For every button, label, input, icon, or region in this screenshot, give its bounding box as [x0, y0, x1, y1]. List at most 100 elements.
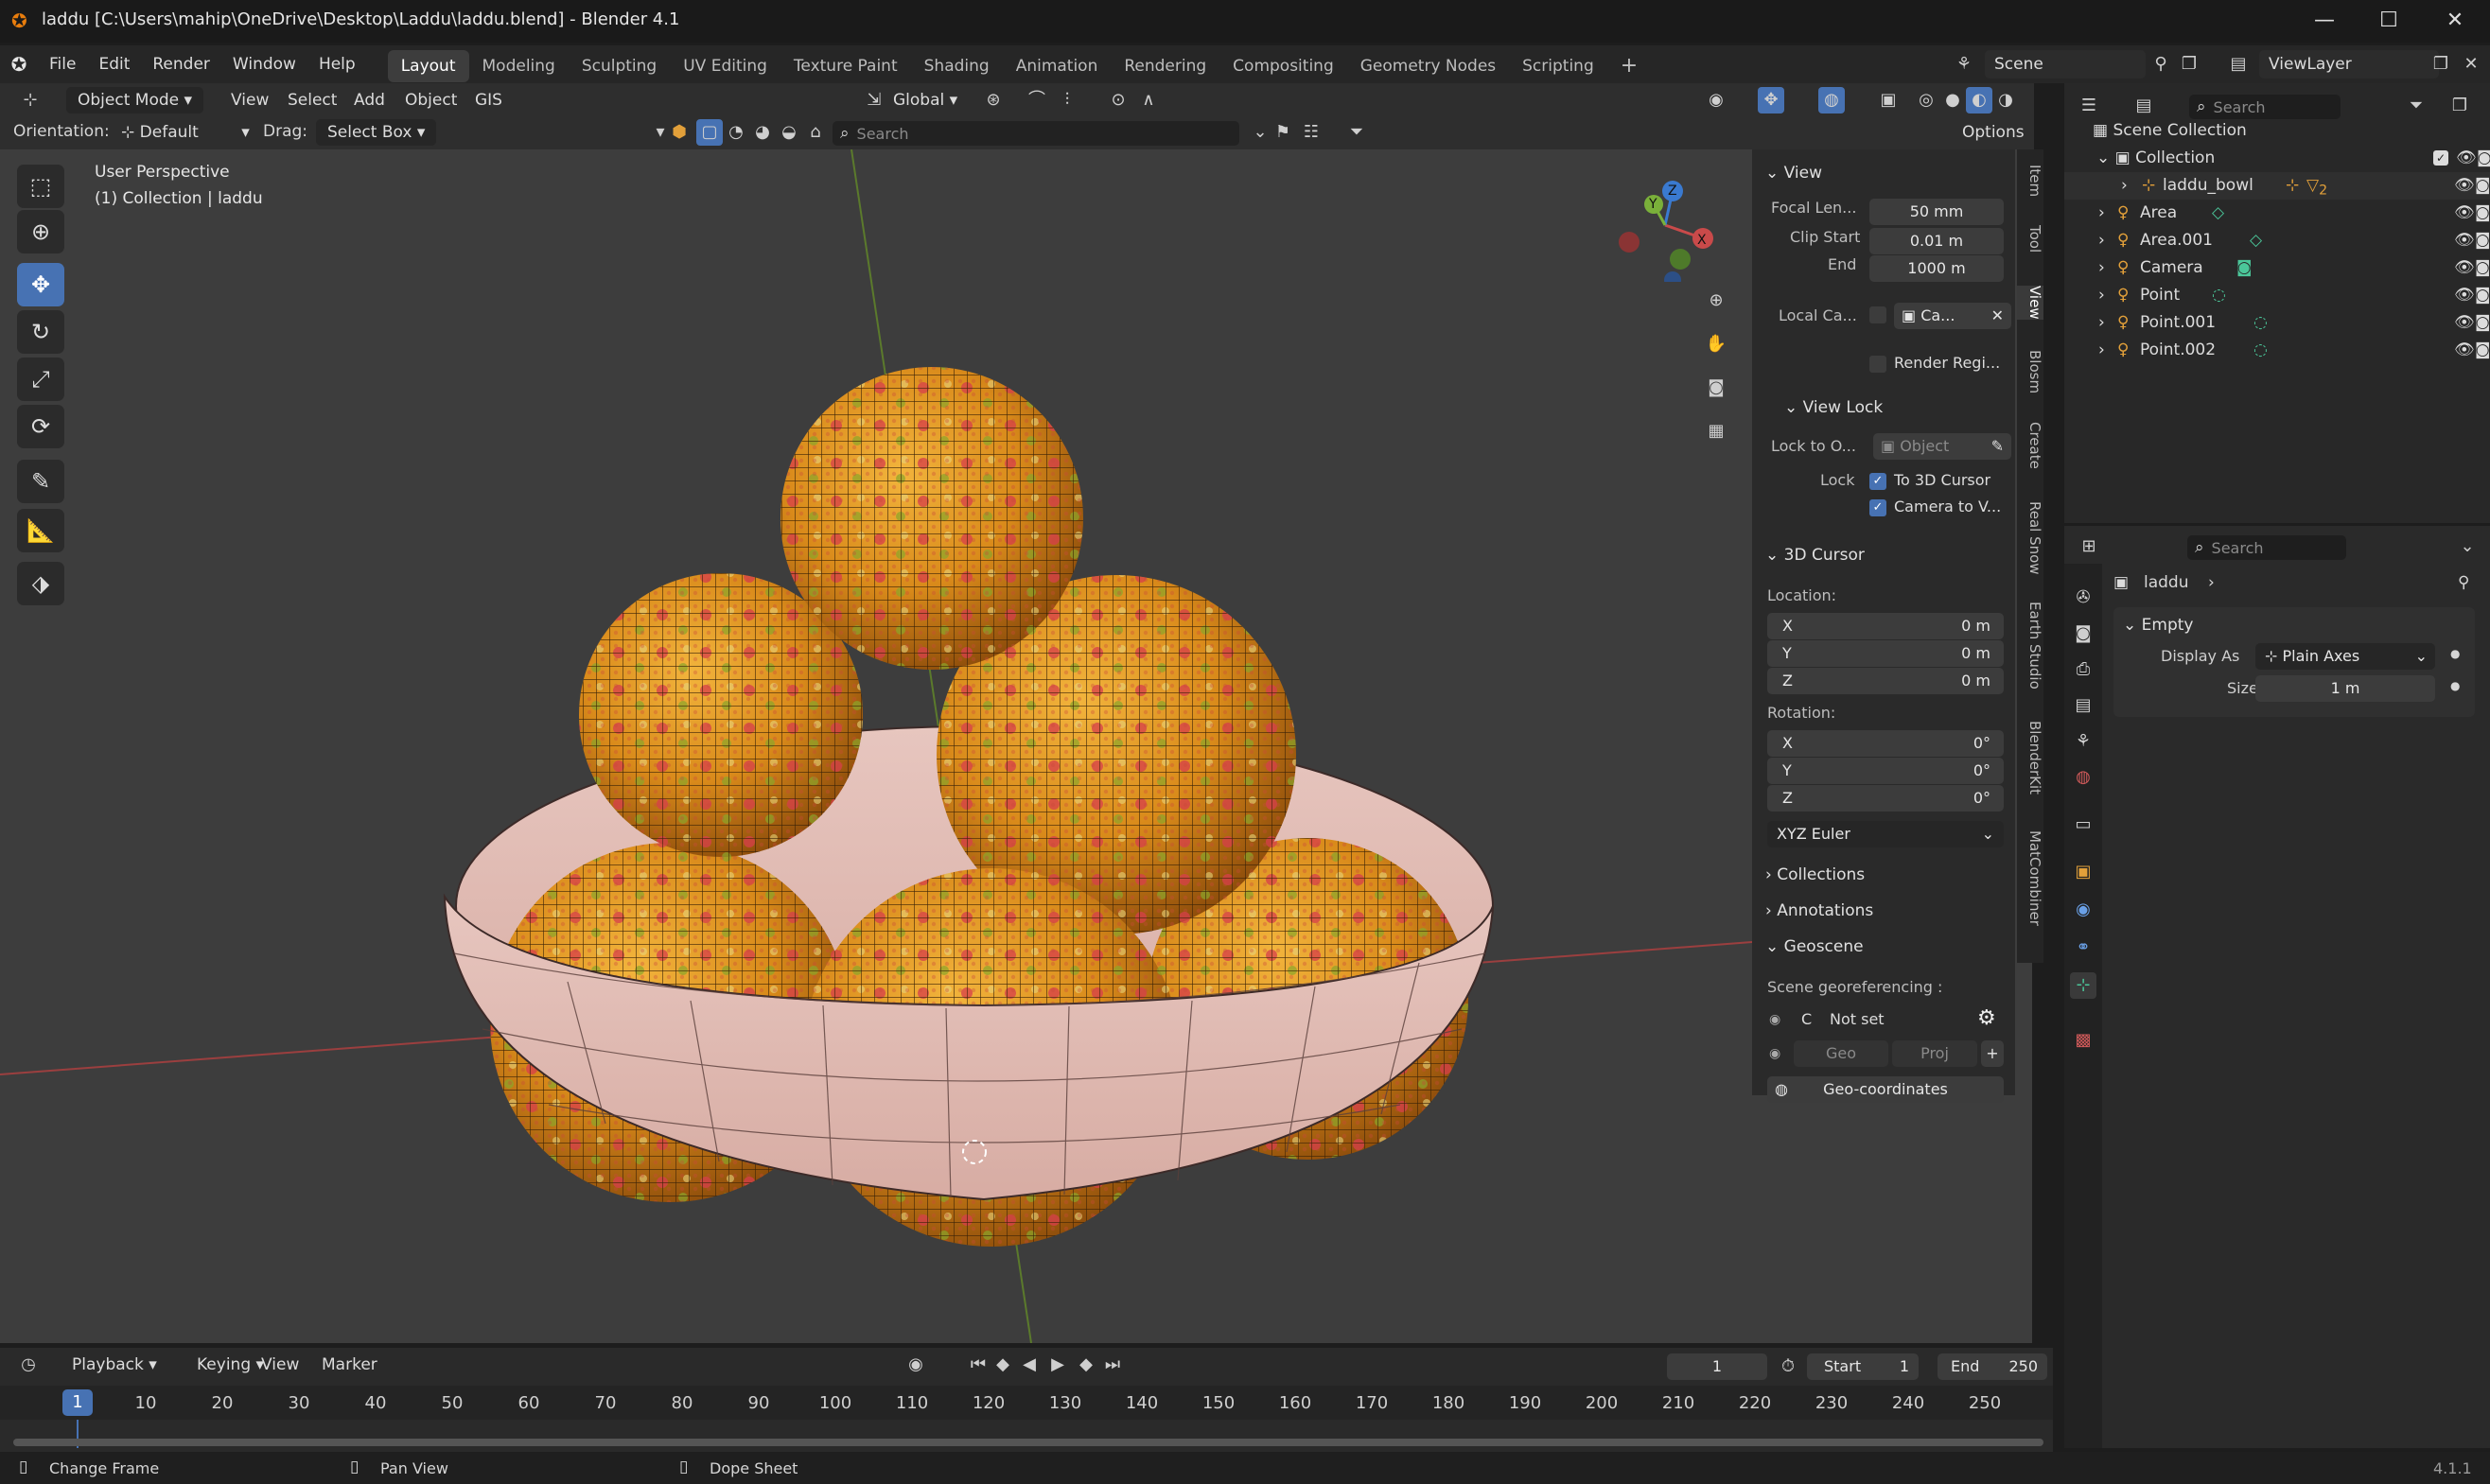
menu-view[interactable]: View [223, 87, 276, 113]
tab-layout[interactable]: Layout [387, 49, 469, 82]
camera-icon[interactable]: ◙ [2475, 254, 2490, 282]
menu-render[interactable]: Render [141, 45, 221, 83]
proportional-edit-icon[interactable]: ⊙ [1105, 87, 1131, 113]
tab-blenderkit[interactable]: BlenderKit [2017, 721, 2043, 794]
tab-scripting[interactable]: Scripting [1509, 50, 1607, 82]
eye-icon[interactable]: 👁 [2454, 172, 2475, 200]
transform-orientation-icon[interactable]: ⇲ [861, 87, 887, 113]
current-frame-field[interactable]: 1 [1667, 1353, 1767, 1380]
transform-tool-icon[interactable]: ⟳ [17, 405, 64, 448]
tab-sculpting[interactable]: Sculpting [569, 50, 670, 82]
pin-icon[interactable]: ⚲ [2148, 51, 2174, 78]
view-section-header[interactable]: ⌄ View [1765, 157, 1822, 189]
timeline-scrollbar[interactable] [13, 1439, 2043, 1446]
outliner-item-camera[interactable]: › ♀ Camera ◙ 👁 ◙ [2064, 254, 2490, 282]
tab-matcombiner[interactable]: MatCombiner [2017, 830, 2043, 926]
scene-tab-icon[interactable]: ⚘ [2070, 728, 2096, 755]
tab-view[interactable]: View [2017, 286, 2043, 320]
keyframe-dot-icon[interactable]: ● [2450, 647, 2460, 660]
tab-texture-paint[interactable]: Texture Paint [780, 50, 911, 82]
outliner-item-point-001[interactable]: › ♀ Point.001 ◌ 👁 ◙ [2064, 309, 2490, 337]
stopwatch-icon[interactable]: ⏱ [1775, 1353, 1801, 1380]
maximize-button[interactable]: ☐ [2356, 4, 2422, 38]
orientation-dropdown[interactable]: ⊹ Default ▾ [114, 119, 257, 146]
menu-help[interactable]: Help [307, 45, 367, 83]
scene-collection-row[interactable]: ▦ Scene Collection [2093, 117, 2247, 145]
scale-tool-icon[interactable]: ⤢ [17, 358, 64, 401]
display-mode-icon[interactable]: ▤ [2131, 93, 2157, 119]
zoom-icon[interactable]: ⊕ [1699, 284, 1733, 318]
gizmo-toggle-icon[interactable]: ✥ [1758, 87, 1784, 113]
3d-cursor-header[interactable]: ⌄ 3D Cursor [1765, 539, 1865, 571]
eye-icon[interactable]: 👁 [2454, 282, 2475, 309]
keyframe-dot-icon[interactable]: ● [2450, 679, 2460, 692]
next-keyframe-icon[interactable]: ◆ [1073, 1352, 1099, 1378]
tab-rendering[interactable]: Rendering [1111, 50, 1219, 82]
render-tab-icon[interactable]: ◙ [2070, 620, 2096, 647]
measure-tool-icon[interactable]: 📐 [17, 509, 64, 552]
render-region-checkbox[interactable] [1869, 356, 1886, 373]
camera-icon[interactable]: ◙ [2475, 282, 2490, 309]
world-tab-icon[interactable]: ◍ [2070, 764, 2096, 791]
collection-tab-icon[interactable]: ▭ [2070, 812, 2096, 838]
object-mode-dropdown[interactable]: Object Mode ▾ [66, 87, 204, 113]
camera-icon[interactable]: ◙ [2475, 172, 2490, 200]
tab-create[interactable]: Create [2017, 422, 2043, 469]
timeline-ruler[interactable]: 10 20 30 40 50 60 70 80 90 100 110 120 1… [0, 1386, 2053, 1420]
menu-select[interactable]: Select [280, 87, 344, 113]
view-layer-tab-icon[interactable]: ▤ [2070, 692, 2096, 719]
tool-tab-icon[interactable]: ✇ [2070, 585, 2096, 611]
tab-blosm[interactable]: Blosm [2017, 350, 2043, 393]
display-as-dropdown[interactable]: ⊹ Plain Axes ⌄ [2255, 643, 2435, 670]
geo-settings-gear-icon[interactable]: ⚙ [1977, 1006, 1996, 1030]
new-view-layer-icon[interactable]: ❐ [2428, 51, 2454, 78]
scene-icon[interactable]: ⚘ [1951, 51, 1977, 78]
overlay-toggle-icon[interactable]: ◍ [1818, 87, 1845, 113]
lock-to-cursor-checkbox[interactable]: ✓ [1869, 473, 1886, 490]
prev-keyframe-icon[interactable]: ◆ [990, 1352, 1016, 1378]
menu-file[interactable]: File [38, 45, 87, 83]
menu-add[interactable]: Add [346, 87, 393, 113]
view-layer-icon[interactable]: ▤ [2225, 51, 2252, 78]
marker-menu[interactable]: Marker [314, 1352, 385, 1378]
outliner-item-laddu-bowl[interactable]: › ⊹ laddu_bowl ⊹ ▽2 👁 ◙ [2064, 172, 2490, 200]
menu-window[interactable]: Window [221, 45, 307, 83]
close-button[interactable]: ✕ [2422, 4, 2488, 38]
proj-button[interactable]: Proj [1892, 1040, 1977, 1067]
outliner-editor-icon[interactable]: ☰ [2076, 93, 2102, 119]
mesh-filter-icon[interactable]: ⬢ [666, 119, 693, 146]
focal-length-field[interactable]: 50 mm [1869, 199, 2004, 225]
camera-icon[interactable]: ◙ [2475, 337, 2490, 364]
data-tab-icon[interactable]: ⊹ [2070, 972, 2096, 999]
play-reverse-icon[interactable]: ◀ [1016, 1352, 1043, 1378]
outliner-item-area-001[interactable]: › ♀ Area.001 ◇ 👁 ◙ [2064, 227, 2490, 254]
tab-real-snow[interactable]: Real Snow [2017, 501, 2043, 575]
camera-view-icon[interactable]: ◙ [1699, 371, 1733, 405]
rotate-tool-icon[interactable]: ↻ [17, 310, 64, 354]
properties-dropdown-icon[interactable]: ⌄ [2454, 533, 2481, 560]
physics-tab-icon[interactable]: ◉ [2070, 897, 2096, 923]
select-box-tool-icon[interactable]: ⬚ [17, 165, 64, 208]
outliner-item-point-002[interactable]: › ♀ Point.002 ◌ 👁 ◙ [2064, 337, 2490, 364]
constraints-tab-icon[interactable]: ⚭ [2070, 934, 2096, 961]
cursor-location-x[interactable]: X 0 m [1767, 613, 2004, 639]
eye-icon[interactable]: 👁 [2454, 254, 2475, 282]
geo-button[interactable]: Geo [1794, 1040, 1888, 1067]
visibility-icon[interactable]: ◉ [1703, 87, 1729, 113]
empty-section-header[interactable]: ⌄ Empty [2123, 609, 2193, 641]
options-dropdown[interactable]: Options ▾ [1955, 119, 2034, 168]
annotate-tool-icon[interactable]: ✎ [17, 460, 64, 503]
tab-compositing[interactable]: Compositing [1219, 50, 1347, 82]
timeline-editor-icon[interactable]: ◷ [15, 1352, 42, 1378]
ortho-grid-icon[interactable]: ▦ [1699, 414, 1733, 448]
properties-editor-icon[interactable]: ⊞ [2076, 533, 2102, 560]
texture-tab-icon[interactable]: ▩ [2070, 1027, 2096, 1054]
local-camera-checkbox[interactable] [1869, 306, 1886, 323]
tab-uv-editing[interactable]: UV Editing [670, 50, 780, 82]
wireframe-shading-icon[interactable]: ◎ [1913, 87, 1939, 113]
outliner-filter-icon[interactable]: ⏷ [2403, 93, 2429, 119]
start-frame-field[interactable]: Start 1 [1807, 1353, 1919, 1380]
clip-start-field[interactable]: 0.01 m [1869, 228, 2004, 254]
3d-viewport[interactable]: User Perspective (1) Collection | laddu … [0, 149, 2032, 1343]
geo-add-button[interactable]: + [1981, 1040, 2004, 1067]
